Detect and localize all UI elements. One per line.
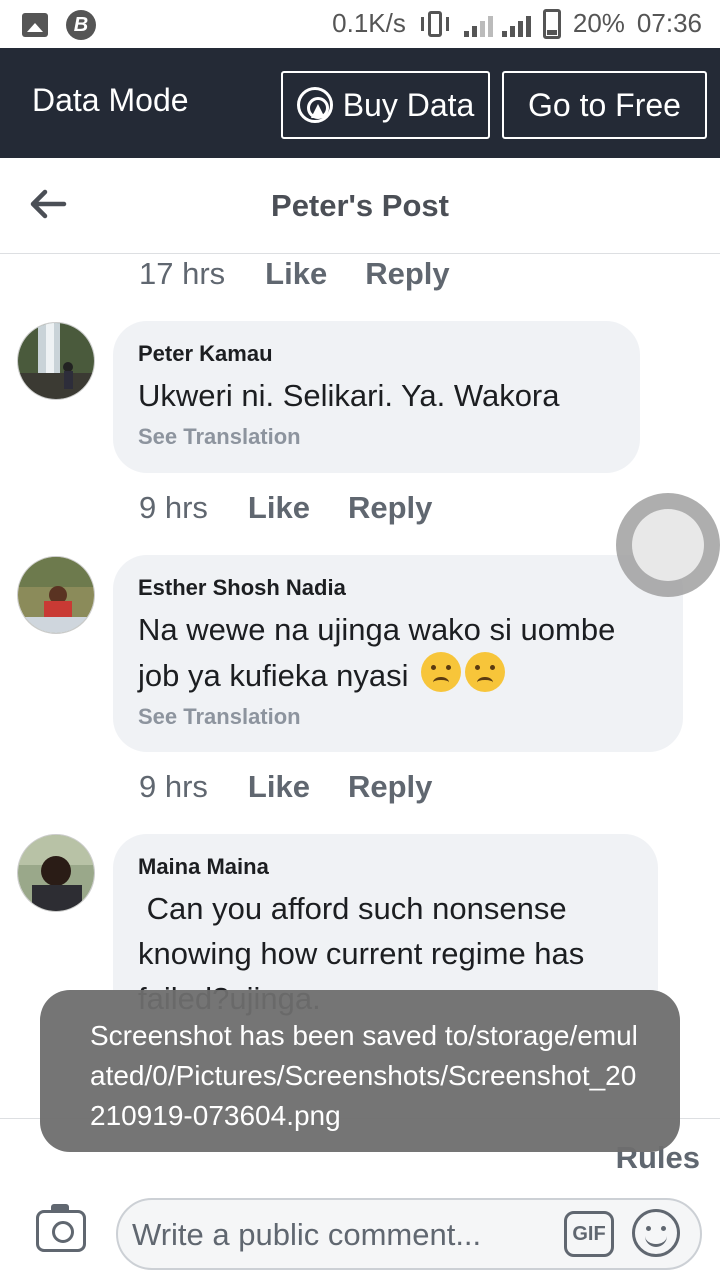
see-translation-link[interactable]: See Translation [138,704,657,730]
camera-icon[interactable] [36,1204,86,1252]
like-button[interactable]: Like [265,256,327,292]
gallery-icon [22,13,48,37]
frowning-face-icon [421,652,462,692]
page-header: Peter's Post [0,158,720,254]
comment-text: Na wewe na ujinga wako si uombe job ya k… [138,612,616,693]
battery-icon [542,8,561,39]
comment-time: 17 hrs [139,256,226,291]
data-mode-title: Data Mode [32,82,189,118]
battery-percent: 20% [572,8,625,38]
comment-actions: 9 hrs Like Reply [139,769,470,805]
screenshot-toast: Screenshot has been saved to/storage/emu… [40,990,680,1152]
page-title: Peter's Post [271,188,449,223]
gif-button[interactable]: GIF [564,1211,614,1257]
toast-message: Screenshot has been saved to/storage/emu… [90,1020,638,1131]
comment-actions: 9 hrs Like Reply [139,490,470,526]
app-b-icon: B [66,10,96,40]
comment-actions: 17 hrs Like Reply [139,256,488,292]
go-to-free-button[interactable]: Go to Free [502,71,707,139]
reply-button[interactable]: Reply [348,490,432,526]
buy-data-label: Buy Data [342,86,475,123]
comment-placeholder: Write a public comment... [132,1217,482,1252]
avatar[interactable] [17,834,95,912]
reply-button[interactable]: Reply [365,256,449,292]
signal-tower-icon [296,87,333,123]
like-button[interactable]: Like [248,490,310,526]
clock: 07:36 [636,8,702,38]
floating-assistive-button[interactable] [616,493,720,597]
status-bar: B 0.1K/s 20% 07:36 [0,0,720,48]
comment-text: Ukweri ni. Selikari. Ya. Wakora [138,378,560,413]
data-mode-bar: Data Mode Buy Data Go to Free [0,48,720,158]
comment-bubble: Peter Kamau Ukweri ni. Selikari. Ya. Wak… [113,321,640,473]
network-speed: 0.1K/s [332,8,406,38]
emoji-icon[interactable] [632,1209,680,1257]
comment-time: 9 hrs [139,490,208,525]
comment-author[interactable]: Peter Kamau [138,341,614,367]
frowning-face-icon [465,652,506,692]
go-to-free-label: Go to Free [528,86,681,123]
see-translation-link[interactable]: See Translation [138,424,614,450]
vibrate-icon [418,10,452,37]
comment-time: 9 hrs [139,769,208,804]
comment-input[interactable]: Write a public comment... GIF [116,1198,702,1270]
avatar[interactable] [17,556,95,634]
buy-data-button[interactable]: Buy Data [281,71,490,139]
like-button[interactable]: Like [248,769,310,805]
reply-button[interactable]: Reply [348,769,432,805]
comment-author[interactable]: Maina Maina [138,854,632,880]
signal-icon [463,11,531,37]
comment-author[interactable]: Esther Shosh Nadia [138,575,657,601]
avatar[interactable] [17,322,95,400]
comment-bubble: Esther Shosh Nadia Na wewe na ujinga wak… [113,555,683,752]
